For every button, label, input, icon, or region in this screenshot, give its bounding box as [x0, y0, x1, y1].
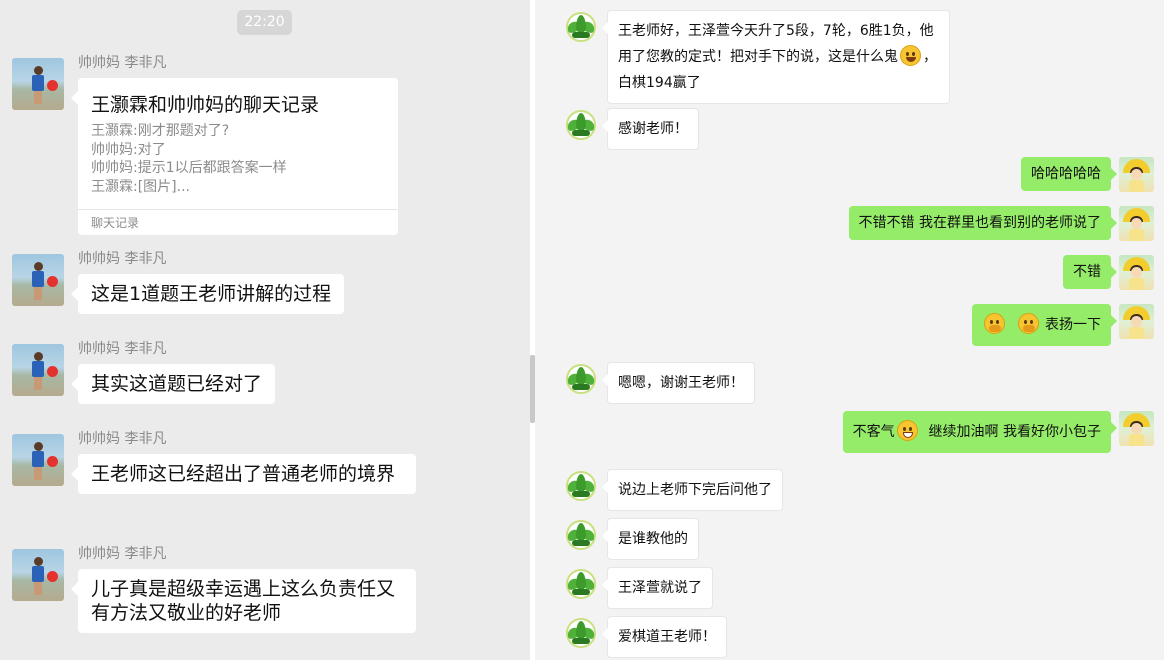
avatar[interactable] — [12, 549, 64, 601]
message-text: 继续加油啊 我看好你小包子 — [928, 424, 1101, 440]
divider — [78, 209, 398, 210]
my-avatar[interactable] — [1119, 304, 1154, 339]
message-bubble[interactable]: 王泽萱就说了 — [602, 567, 713, 609]
cover-mouth-emoji-icon — [1017, 313, 1039, 334]
sender-name: 帅帅妈 李非凡 — [78, 341, 167, 357]
message-bubble[interactable]: 其实这道题已经对了 — [70, 364, 276, 404]
avatar[interactable] — [12, 344, 64, 396]
message-text: 表扬一下 — [1045, 317, 1101, 333]
avatar[interactable] — [12, 58, 64, 110]
sender-name: 帅帅妈 李非凡 — [78, 431, 167, 447]
teacher-avatar[interactable] — [562, 518, 600, 554]
my-avatar[interactable] — [1119, 157, 1154, 192]
record-line: 帅帅妈:提示1以后都跟答案一样 — [91, 160, 287, 176]
teacher-avatar[interactable] — [562, 469, 600, 505]
teacher-avatar[interactable] — [562, 567, 600, 603]
message-bubble[interactable]: 爱棋道王老师！ — [602, 616, 727, 658]
record-line: 王灏霖:刚才那题对了? — [91, 123, 230, 139]
my-avatar[interactable] — [1119, 206, 1154, 241]
teacher-avatar[interactable] — [562, 10, 600, 46]
left-chat-pane[interactable]: 22:20 帅帅妈 李非凡 王灏霖和帅帅妈的聊天记录 王灏霖:刚才那题对了? 帅… — [0, 0, 530, 660]
teacher-avatar[interactable] — [562, 616, 600, 652]
smile-emoji-icon — [900, 45, 921, 66]
record-line: 帅帅妈:对了 — [91, 141, 166, 158]
avatar[interactable] — [12, 254, 64, 306]
timestamp: 22:20 — [237, 10, 292, 35]
avatar[interactable] — [12, 434, 64, 486]
right-chat-pane[interactable]: 王老师好，王泽萱今天升了5段，7轮，6胜1负，他用了您教的定式！把对手下的说，这… — [535, 0, 1164, 660]
message-text: 王老师好，王泽萱今天升了5段，7轮，6胜1负，他用了您教的定式！把对手下的说，这… — [618, 23, 934, 65]
my-avatar[interactable] — [1119, 411, 1154, 446]
message-bubble[interactable]: 儿子真是超级幸运遇上这么负责任又有方法又敬业的好老师 — [71, 569, 416, 633]
record-title: 王灏霖和帅帅妈的聊天记录 — [91, 94, 320, 116]
message-bubble[interactable]: 感谢老师！ — [602, 108, 699, 150]
message-bubble[interactable]: 说边上老师下完后问他了 — [602, 469, 783, 511]
cover-mouth-emoji-icon — [984, 313, 1006, 334]
message-bubble[interactable]: 哈哈哈哈哈 — [1021, 157, 1117, 191]
message-bubble[interactable]: 表扬一下 — [972, 304, 1117, 346]
sender-name: 帅帅妈 李非凡 — [78, 55, 167, 71]
message-bubble[interactable]: 王老师这已经超出了普通老师的境界 — [71, 454, 416, 494]
grin-emoji-icon — [896, 420, 918, 441]
message-bubble[interactable]: 嗯嗯，谢谢王老师！ — [602, 362, 755, 404]
message-bubble[interactable]: 不错 — [1063, 255, 1117, 289]
message-text: 不客气 — [852, 424, 895, 440]
sender-name: 帅帅妈 李非凡 — [78, 546, 167, 562]
record-preview: 王灏霖:刚才那题对了? 帅帅妈:对了 帅帅妈:提示1以后都跟答案一样 王灏霖:[… — [91, 122, 287, 196]
message-bubble[interactable]: 王老师好，王泽萱今天升了5段，7轮，6胜1负，他用了您教的定式！把对手下的说，这… — [602, 10, 950, 104]
teacher-avatar[interactable] — [562, 108, 600, 144]
chat-record-card[interactable]: 王灏霖和帅帅妈的聊天记录 王灏霖:刚才那题对了? 帅帅妈:对了 帅帅妈:提示1以… — [71, 78, 398, 235]
message-bubble[interactable]: 是谁教他的 — [602, 518, 699, 560]
record-line: 王灏霖:[图片]... — [91, 178, 190, 195]
my-avatar[interactable] — [1119, 255, 1154, 290]
teacher-avatar[interactable] — [562, 362, 600, 398]
message-bubble[interactable]: 这是1道题王老师讲解的过程 — [70, 274, 345, 314]
sender-name: 帅帅妈 李非凡 — [78, 251, 167, 267]
message-bubble[interactable]: 不错不错 我在群里也看到别的老师说了 — [848, 206, 1118, 240]
record-footer: 聊天记录 — [91, 216, 140, 230]
message-bubble[interactable]: 不客气 继续加油啊 我看好你小包子 — [842, 411, 1118, 453]
